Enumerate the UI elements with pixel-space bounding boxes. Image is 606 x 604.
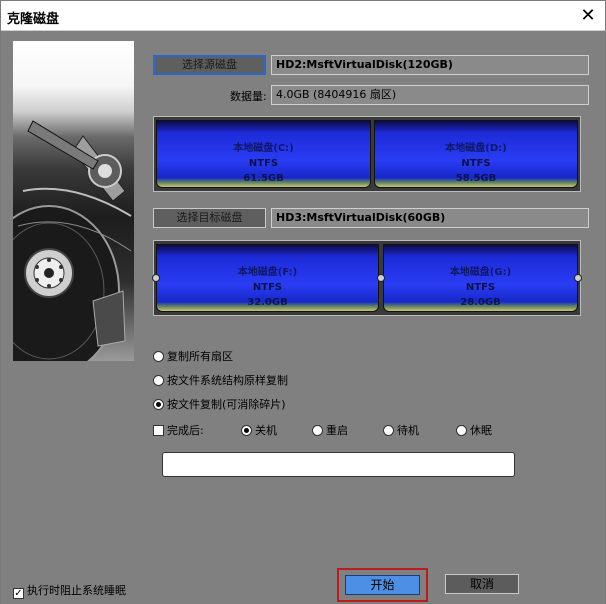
source-disk-field: HD2:MsftVirtualDisk(120GB) (271, 55, 589, 75)
start-button-highlight: 开始 (337, 568, 428, 602)
partition-name: 本地磁盘(D:) (445, 143, 507, 154)
partition-fs: NTFS (465, 282, 496, 293)
dialog-title: 克隆磁盘 (7, 12, 60, 27)
start-button[interactable]: 开始 (345, 575, 420, 595)
partition-size: 58.5GB (455, 173, 497, 184)
radio-copy-by-file[interactable] (153, 399, 164, 410)
resize-handle-middle[interactable] (377, 274, 385, 282)
option-copy-all-sectors[interactable]: 复制所有扇区 (153, 348, 233, 364)
partition-name: 本地磁盘(F:) (237, 267, 298, 278)
after-option-label: 关机 (255, 424, 277, 437)
option-copy-by-structure[interactable]: 按文件系统结构原样复制 (153, 372, 288, 388)
partition-name: 本地磁盘(G:) (449, 267, 512, 278)
radio-copy-all-sectors[interactable] (153, 351, 164, 362)
resize-handle-right[interactable] (574, 274, 582, 282)
after-option-label: 休眠 (470, 424, 492, 437)
target-disk-map: 本地磁盘(F:) NTFS 32.0GB 本地磁盘(G:) NTFS 28.0G… (152, 240, 582, 316)
partition-name: 本地磁盘(C:) (233, 143, 294, 154)
target-disk-field: HD3:MsftVirtualDisk(60GB) (271, 208, 589, 228)
target-partition-g[interactable]: 本地磁盘(G:) NTFS 28.0GB (383, 244, 578, 312)
radio-copy-by-structure[interactable] (153, 375, 164, 386)
option-copy-by-file[interactable]: 按文件复制(可消除碎片) (153, 396, 286, 412)
data-amount-field: 4.0GB (8404916 扇区) (271, 85, 589, 105)
option-label: 按文件复制(可消除碎片) (167, 398, 286, 411)
after-option-hibernate[interactable]: 休眠 (456, 422, 492, 438)
after-complete-toggle[interactable]: 完成后: (153, 422, 204, 438)
data-amount-label: 数据量: (230, 90, 267, 103)
title-bar: 克隆磁盘 ✕ (1, 1, 605, 31)
after-option-label: 待机 (397, 424, 419, 437)
radio-shutdown[interactable] (241, 425, 252, 436)
partition-fs: NTFS (461, 158, 491, 169)
partition-fs: NTFS (248, 158, 279, 169)
radio-hibernate[interactable] (456, 425, 467, 436)
option-label: 按文件系统结构原样复制 (167, 374, 288, 387)
after-option-label: 重启 (326, 424, 348, 437)
select-target-disk-button[interactable]: 选择目标磁盘 (153, 208, 266, 228)
after-option-restart[interactable]: 重启 (312, 422, 348, 438)
dialog-body: 选择源磁盘 HD2:MsftVirtualDisk(120GB) 数据量: 4.… (1, 31, 605, 604)
close-icon[interactable]: ✕ (577, 5, 599, 27)
prevent-sleep-checkbox[interactable]: ✓ (13, 588, 24, 599)
clone-disk-dialog: 克隆磁盘 ✕ 选择源磁盘 HD2:MsftVirtualDisk(120GB) … (0, 0, 606, 604)
after-complete-checkbox[interactable] (153, 425, 164, 436)
hard-drive-illustration (13, 120, 132, 361)
hard-drive-image (13, 41, 134, 361)
source-partition-c[interactable]: 本地磁盘(C:) NTFS 61.5GB (156, 120, 371, 188)
select-source-disk-button[interactable]: 选择源磁盘 (153, 55, 266, 75)
prevent-sleep-toggle[interactable]: ✓ 执行时阻止系统睡眠 (13, 582, 126, 599)
option-label: 复制所有扇区 (167, 350, 233, 363)
partition-size: 28.0GB (460, 297, 501, 308)
radio-restart[interactable] (312, 425, 323, 436)
cancel-button[interactable]: 取消 (445, 574, 519, 594)
target-partition-f[interactable]: 本地磁盘(F:) NTFS 32.0GB (156, 244, 379, 312)
source-partition-d[interactable]: 本地磁盘(D:) NTFS 58.5GB (374, 120, 578, 188)
after-option-standby[interactable]: 待机 (383, 422, 419, 438)
after-option-shutdown[interactable]: 关机 (241, 422, 277, 438)
prevent-sleep-label: 执行时阻止系统睡眠 (27, 584, 126, 597)
after-complete-label: 完成后: (167, 424, 204, 437)
radio-standby[interactable] (383, 425, 394, 436)
partition-size: 61.5GB (243, 173, 284, 184)
progress-status-box (162, 452, 515, 477)
resize-handle-left[interactable] (152, 274, 160, 282)
source-disk-map: 本地磁盘(C:) NTFS 61.5GB 本地磁盘(D:) NTFS 58.5G… (153, 116, 581, 192)
partition-fs: NTFS (252, 282, 283, 293)
partition-size: 32.0GB (247, 297, 288, 308)
